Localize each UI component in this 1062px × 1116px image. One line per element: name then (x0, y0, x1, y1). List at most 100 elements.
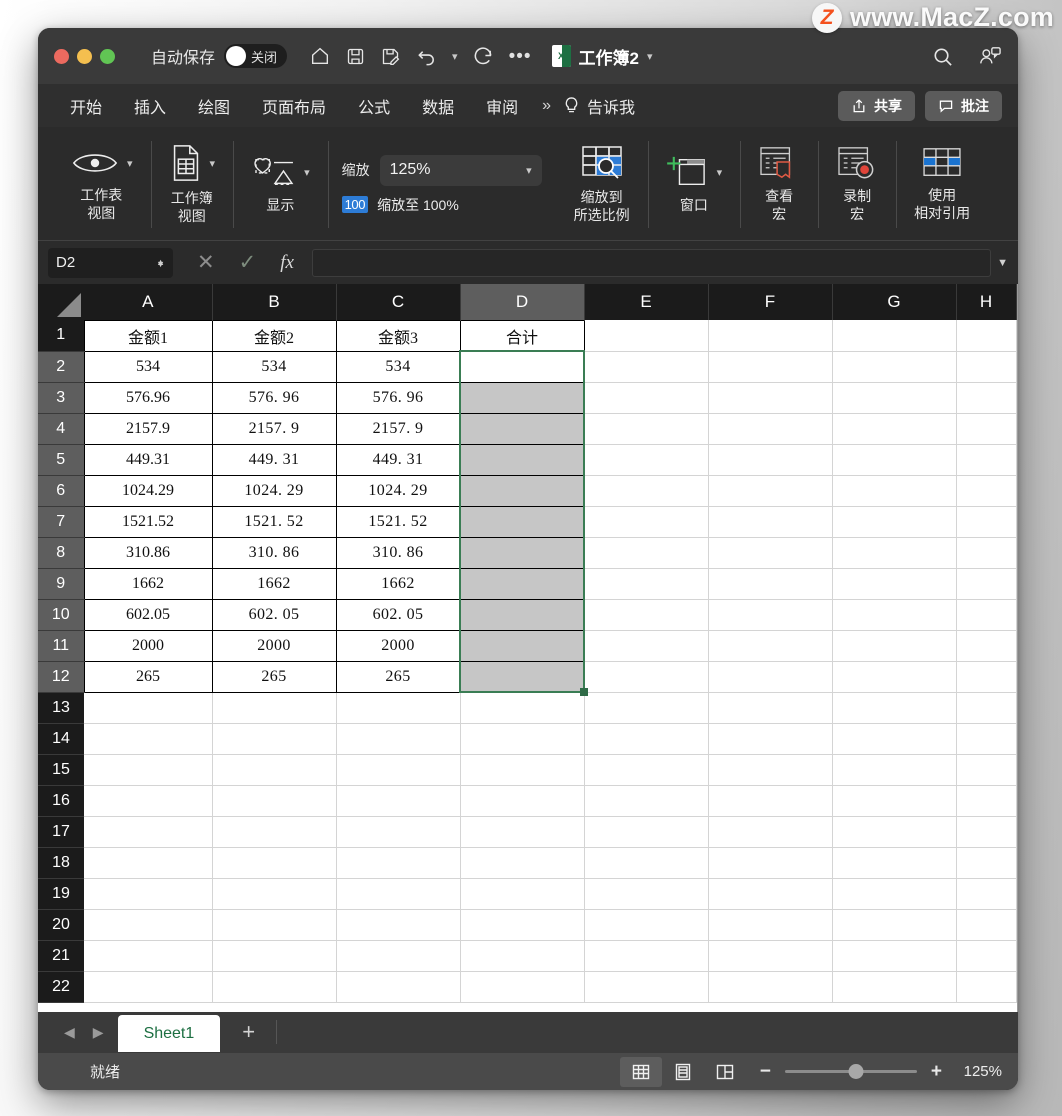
cell-F10[interactable] (708, 599, 833, 631)
cell-H13[interactable] (956, 692, 1017, 724)
cell-E12[interactable] (584, 661, 709, 693)
zoom-select[interactable]: 125% ▾ (379, 154, 542, 186)
cell-H7[interactable] (956, 506, 1017, 538)
cell-A10[interactable]: 602.05 (83, 598, 213, 631)
cell-E10[interactable] (584, 599, 709, 631)
title-chevron-down-icon[interactable]: ▾ (647, 50, 653, 63)
cell-H21[interactable] (956, 940, 1017, 972)
cell-H1[interactable] (956, 320, 1017, 352)
row-header-10[interactable]: 10 (38, 599, 84, 631)
cell-C20[interactable] (336, 909, 461, 941)
cell-B16[interactable] (212, 785, 337, 817)
ribbon-group-display[interactable]: ▾ 显示 (233, 133, 328, 236)
cell-B7[interactable]: 1521. 52 (211, 505, 337, 538)
ribbon-group-view-macro[interactable]: 查看宏 (740, 133, 818, 236)
cell-B22[interactable] (212, 971, 337, 1003)
cell-H15[interactable] (956, 754, 1017, 786)
cell-D1[interactable]: 合计 (459, 319, 585, 352)
cell-B9[interactable]: 1662 (211, 567, 337, 600)
cell-C1[interactable]: 金额3 (335, 319, 461, 352)
cell-B15[interactable] (212, 754, 337, 786)
cell-F14[interactable] (708, 723, 833, 755)
cell-B10[interactable]: 602. 05 (211, 598, 337, 631)
cell-B2[interactable]: 534 (211, 350, 337, 383)
cell-E5[interactable] (584, 444, 709, 476)
cell-D6[interactable] (459, 474, 585, 507)
cell-E18[interactable] (584, 847, 709, 879)
ribbon-overflow-icon[interactable]: » (534, 97, 557, 115)
cell-A16[interactable] (84, 785, 213, 817)
cell-E22[interactable] (584, 971, 709, 1003)
cell-E4[interactable] (584, 413, 709, 445)
row-header-6[interactable]: 6 (38, 475, 84, 507)
cell-G16[interactable] (832, 785, 957, 817)
cell-H14[interactable] (956, 723, 1017, 755)
cell-D20[interactable] (460, 909, 585, 941)
cell-E8[interactable] (584, 537, 709, 569)
cell-F19[interactable] (708, 878, 833, 910)
row-header-1[interactable]: 1 (38, 320, 84, 352)
column-header-d[interactable]: D (460, 284, 585, 320)
cell-A7[interactable]: 1521.52 (83, 505, 213, 538)
zoom-out-button[interactable]: − (760, 1061, 771, 1083)
autosave-toggle[interactable]: 关闭 (224, 44, 288, 68)
cell-D21[interactable] (460, 940, 585, 972)
maximize-button[interactable] (100, 48, 115, 64)
cell-G17[interactable] (832, 816, 957, 848)
prev-sheet-icon[interactable]: ◀ (64, 1024, 75, 1041)
cell-E6[interactable] (584, 475, 709, 507)
ribbon-tab-insert[interactable]: 插入 (118, 94, 182, 118)
cell-F12[interactable] (708, 661, 833, 693)
cell-F13[interactable] (708, 692, 833, 724)
cell-D14[interactable] (460, 723, 585, 755)
ribbon-tab-draw[interactable]: 绘图 (182, 94, 246, 118)
cell-B20[interactable] (212, 909, 337, 941)
column-header-g[interactable]: G (832, 284, 957, 320)
cell-D3[interactable] (459, 381, 585, 414)
cell-C12[interactable]: 265 (335, 660, 461, 693)
sheet-view-chevron-down-icon[interactable]: ▾ (127, 157, 133, 170)
cell-A8[interactable]: 310.86 (83, 536, 213, 569)
cell-A14[interactable] (84, 723, 213, 755)
cell-D15[interactable] (460, 754, 585, 786)
cell-B12[interactable]: 265 (211, 660, 337, 693)
row-header-7[interactable]: 7 (38, 506, 84, 538)
ribbon-tab-data[interactable]: 数据 (406, 94, 470, 118)
zoom-to-100-button[interactable]: 100 缩放至 100% (341, 195, 542, 215)
cell-H20[interactable] (956, 909, 1017, 941)
cell-E1[interactable] (584, 320, 709, 352)
row-header-17[interactable]: 17 (38, 816, 84, 848)
cell-E11[interactable] (584, 630, 709, 662)
cell-H16[interactable] (956, 785, 1017, 817)
search-icon[interactable] (931, 45, 954, 68)
cell-A18[interactable] (84, 847, 213, 879)
cell-C5[interactable]: 449. 31 (335, 443, 461, 476)
cell-D8[interactable] (459, 536, 585, 569)
redo-icon[interactable] (472, 45, 495, 68)
cell-B3[interactable]: 576. 96 (211, 381, 337, 414)
cell-F20[interactable] (708, 909, 833, 941)
tell-me-button[interactable]: 告诉我 (563, 94, 635, 118)
cell-C19[interactable] (336, 878, 461, 910)
cell-B1[interactable]: 金额2 (211, 319, 337, 352)
cell-G15[interactable] (832, 754, 957, 786)
cell-A6[interactable]: 1024.29 (83, 474, 213, 507)
next-sheet-icon[interactable]: ▶ (93, 1024, 104, 1041)
cell-C7[interactable]: 1521. 52 (335, 505, 461, 538)
cell-G19[interactable] (832, 878, 957, 910)
cell-F16[interactable] (708, 785, 833, 817)
autosave-control[interactable]: 自动保存 关闭 (151, 44, 288, 68)
cell-A9[interactable]: 1662 (83, 567, 213, 600)
cell-F17[interactable] (708, 816, 833, 848)
ribbon-group-workbook-view[interactable]: ▾ 工作簿 视图 (150, 133, 234, 236)
cell-G20[interactable] (832, 909, 957, 941)
cell-H10[interactable] (956, 599, 1017, 631)
cell-E21[interactable] (584, 940, 709, 972)
cell-H19[interactable] (956, 878, 1017, 910)
save-icon[interactable] (345, 46, 366, 67)
cell-D12[interactable] (459, 660, 585, 693)
cell-A15[interactable] (84, 754, 213, 786)
cell-F21[interactable] (708, 940, 833, 972)
row-header-15[interactable]: 15 (38, 754, 84, 786)
cell-D2[interactable] (459, 350, 585, 383)
